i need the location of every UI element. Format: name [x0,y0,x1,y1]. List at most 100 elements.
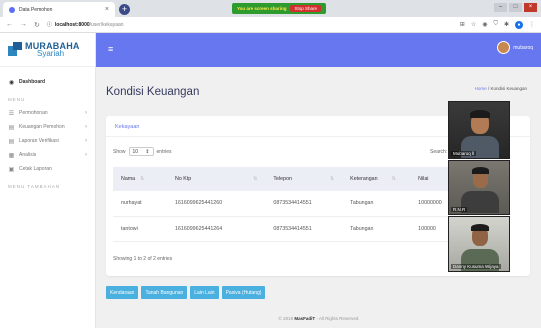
new-tab-button[interactable]: + [119,4,130,15]
document-icon: ▤ [8,138,15,145]
sidebar-item-cetak-laporan[interactable]: ▣ Cetak Laporan [0,162,95,176]
cell-no-ktp: 1616099625441264 [167,216,266,242]
grid-icon: ▦ [8,152,15,159]
sort-icon: ⇅ [329,176,335,182]
dashboard-icon: ◉ [8,79,15,86]
footer-brand: MasFadiT [294,316,316,321]
sidebar-item-label: Permohonan [19,110,48,116]
breadcrumb-separator: / [487,86,490,91]
sidebar: MURABAHA Syariah ◉ Dashboard MENU ☰ Perm… [0,33,96,328]
sidebar-section-tambahan: MENU TAMBAHAN [8,184,61,189]
user-menu[interactable]: mubaroq [497,41,533,54]
url-field[interactable]: ⓘ localhost:8000 /user/kekayaan [47,19,453,30]
table-info: Showing 1 to 2 of 2 entries [113,256,173,262]
chevron-right-icon: › [85,110,87,116]
category-buttons: Kendaraan Tanah Bangunan Lain Lain Pasiv… [106,286,266,299]
entries-value: 10 [132,148,139,155]
screen-share-text: You are screen sharing [237,6,287,11]
cell-telepon: 0873534414551 [265,191,343,217]
puzzle-icon[interactable]: ✱ [504,21,509,28]
footer: © 2019 MasFadiT - All Rights Reserved [278,316,359,321]
table-row: nurhayat 1616099625441260 0873534414551 … [113,191,459,217]
sidebar-item-label: Analisis [19,152,37,158]
file-icon: ▤ [8,124,15,131]
cell-keterangan: Tabungan [342,216,411,242]
favicon-icon [9,6,15,13]
participant-name: Danny Kusuma Wijaya [451,264,501,269]
column-header-nama[interactable]: Nama ⇅ [113,167,167,191]
extensions: ⊞ ☆ ◉ ⛉ ✱ ● ⋮ [460,20,535,29]
sidebar-item-analisis[interactable]: ▦ Analisis › [0,148,95,162]
sidebar-section-menu: MENU [8,97,26,102]
tab-title: Data Pemohon [19,6,53,13]
video-tile[interactable]: Mubaroq ll [448,101,510,159]
print-icon: ▣ [8,166,15,173]
column-header-no-ktp[interactable]: No Ktp ⇅ [167,167,266,191]
sort-icon: ⇅ [253,176,258,182]
sidebar-item-label: Dashboard [19,79,46,85]
sort-icon: ⇅ [391,176,396,182]
table-row: tantowi 1616099625441264 0873534414551 T… [113,216,459,242]
window-controls: – □ × [494,3,537,12]
column-header-keterangan[interactable]: Keterangan ⇅ [342,167,411,191]
url-host: localhost:8000 [54,21,90,28]
hamburger-menu-icon[interactable]: ≡ [108,44,113,54]
video-tile[interactable]: R.N.R [448,160,510,215]
column-header-telepon[interactable]: Telepon ⇅ [265,167,343,191]
address-bar: ← → ↻ ⓘ localhost:8000 /user/kekayaan ⊞ … [0,17,541,33]
sort-icon: ⇅ [140,176,145,182]
sidebar-item-permohonan[interactable]: ☰ Permohonan › [0,106,95,120]
page-title: Kondisi Keuangan [106,86,200,98]
browser-tab[interactable]: Data Pemohon × [3,2,115,17]
pasiva-hutang-button[interactable]: Pasiva (Hutang) [221,286,266,299]
url-path: /user/kekayaan [89,21,124,28]
participant-name: R.N.R [451,207,468,212]
sidebar-item-label: Laporan Verifikasi [19,138,59,144]
profile-icon[interactable]: ● [515,20,523,29]
participant-name: Mubaroq ll [451,151,477,156]
translate-icon[interactable]: ⊞ [460,21,465,28]
forward-icon[interactable]: → [20,21,27,28]
list-icon: ☰ [8,110,15,117]
tanah-bangunan-button[interactable]: Tanah Bangunan [141,286,188,299]
video-tile[interactable]: Danny Kusuma Wijaya [448,216,510,272]
sidebar-item-dashboard[interactable]: ◉ Dashboard [0,75,95,89]
avatar [497,41,511,54]
bookmark-star-icon[interactable]: ☆ [471,21,476,28]
cell-keterangan: Tabungan [342,191,411,217]
screen-share-banner: You are screen sharing Stop Share [232,3,326,14]
stop-share-button[interactable]: Stop Share [290,5,321,12]
back-icon[interactable]: ← [6,21,13,28]
kendaraan-button[interactable]: Kendaraan [106,286,139,299]
chevron-right-icon: › [85,124,87,130]
entries-label: entries [156,148,172,155]
chevron-right-icon: › [85,138,87,144]
breadcrumb-current: Kondisi Keuangan [490,86,527,91]
breadcrumb-home[interactable]: Home [475,86,487,91]
sidebar-item-laporan-verifikasi[interactable]: ▤ Laporan Verifikasi › [0,134,95,148]
shield-icon[interactable]: ⛉ [493,21,498,28]
close-window-icon[interactable]: × [524,3,537,12]
top-navbar: ≡ mubaroq [96,33,541,67]
sidebar-item-keuangan[interactable]: ▤ Keuangan Pemohon › [0,120,95,134]
show-label: Show [113,148,126,155]
username: mubaroq [513,44,533,51]
breadcrumb: Home / Kondisi Keuangan [475,86,527,91]
tab-close-icon[interactable]: × [105,6,109,13]
cell-nama: tantowi [113,216,167,242]
kekayaan-table: Nama ⇅ No Ktp ⇅ Telepon ⇅ Keterangan ⇅ Nilai… [113,167,459,242]
brand-logo[interactable]: MURABAHA Syariah [0,33,95,67]
info-icon: ⓘ [46,22,52,28]
reload-icon[interactable]: ↻ [34,21,40,29]
minimize-icon[interactable]: – [494,3,507,12]
sidebar-item-label: Cetak Laporan [19,166,52,172]
search-label: Search: [430,149,448,155]
browser-tab-bar: Data Pemohon × + You are screen sharing … [0,0,541,17]
menu-dots-icon[interactable]: ⋮ [529,21,535,28]
maximize-icon[interactable]: □ [509,3,522,12]
lain-lain-button[interactable]: Lain Lain [190,286,219,299]
entries-select[interactable]: 10 ⇕ [128,147,154,156]
brand-tagline: Syariah [37,48,65,58]
extension-icon[interactable]: ◉ [482,21,487,28]
cell-no-ktp: 1616099625441260 [167,191,266,217]
